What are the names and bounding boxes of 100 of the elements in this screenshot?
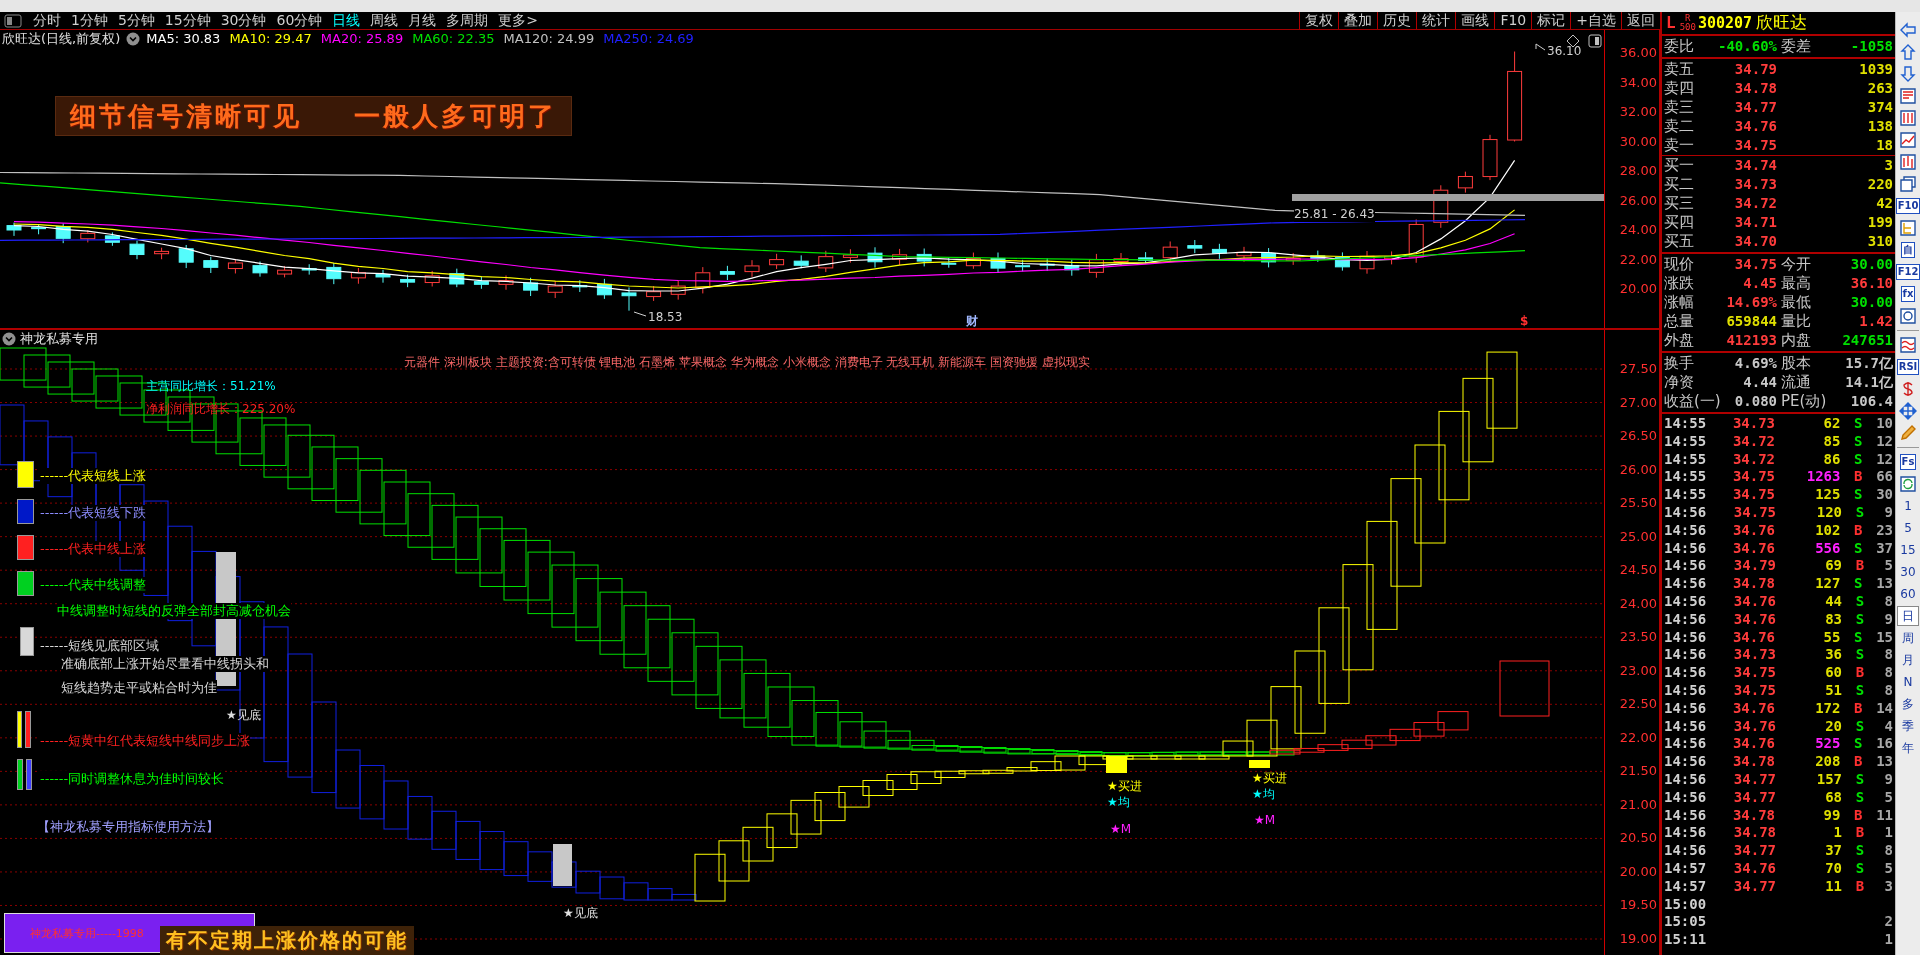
period-tab[interactable]: 周线 <box>365 12 404 29</box>
period-button[interactable]: 年 <box>1897 738 1919 758</box>
promo-banner: 有不定期上涨价格的可能 <box>160 926 414 955</box>
period-tab[interactable]: 月线 <box>403 12 442 29</box>
period-tab[interactable]: 5分钟 <box>112 12 160 29</box>
signal-label: ★M <box>1254 812 1276 828</box>
period-tab[interactable]: 15分钟 <box>159 12 216 29</box>
rank-label: 500 <box>1679 23 1696 32</box>
windows-icon[interactable] <box>1899 175 1917 193</box>
panel-toggle-icon[interactable] <box>1588 34 1602 48</box>
price-range-label: 25.81 - 26.43 <box>1294 206 1375 222</box>
trade-price: 34.73 <box>1731 415 1776 433</box>
chevron-down-icon[interactable] <box>126 31 141 46</box>
trade-count: 8 <box>1883 646 1894 665</box>
move-icon[interactable] <box>1899 402 1917 420</box>
trade-count: 15 <box>1876 628 1894 647</box>
order-level-label: 买五 <box>1664 232 1694 251</box>
period-button[interactable]: N <box>1897 672 1919 692</box>
candlestick-icon[interactable] <box>1899 153 1917 171</box>
pencil-icon[interactable] <box>1899 424 1917 442</box>
axis-label: 30.00 <box>1619 134 1657 149</box>
trade-side: B <box>1853 753 1864 771</box>
toolbar-icon-button[interactable]: 自 <box>1901 242 1915 258</box>
trade-volume: 172 <box>1814 699 1841 718</box>
period-tab[interactable]: 更多> <box>493 12 544 29</box>
legend-note: 准确底部上涨开始尽量看中线拐头和 <box>61 656 269 672</box>
period-tab[interactable]: 分时 <box>28 12 66 29</box>
order-price: 34.78 <box>1734 79 1777 98</box>
chevron-down-icon[interactable] <box>2 331 16 346</box>
trade-time: 14:56 <box>1664 557 1708 576</box>
quote-value: 106.4 <box>1850 392 1893 411</box>
period-button[interactable]: 1 <box>1897 496 1919 516</box>
trade-side: S <box>1854 717 1866 736</box>
trade-price: 34.75 <box>1731 486 1776 504</box>
period-button[interactable]: 60 <box>1897 584 1919 604</box>
usage-guide-link[interactable]: 【神龙私募专用指标使用方法】 <box>37 819 219 835</box>
order-price: 34.70 <box>1734 232 1777 251</box>
toolbar-icon-button[interactable]: Fs <box>1899 454 1917 470</box>
quote-label: 今开 <box>1781 255 1811 274</box>
trade-price: 34.75 <box>1732 504 1776 522</box>
signal-label: ★见底 <box>563 905 598 921</box>
panel-toggle-icon[interactable] <box>4 13 22 28</box>
chart-title: 欣旺达(日线,前复权) <box>2 31 121 46</box>
trade-price: 34.75 <box>1732 681 1776 700</box>
period-tab[interactable]: 多周期 <box>441 12 494 29</box>
trade-side: S <box>1854 842 1866 860</box>
toolbar-icon-button[interactable]: F10 <box>1895 198 1920 214</box>
trade-volume: 1 <box>1832 824 1842 843</box>
period-button[interactable]: 30 <box>1897 562 1919 582</box>
axis-label: 20.00 <box>1619 864 1657 879</box>
toolbar-icon-button[interactable]: F12 <box>1895 264 1920 280</box>
trade-volume: 99 <box>1822 806 1841 825</box>
trade-side: S <box>1853 539 1864 558</box>
toolbar-icon-button[interactable]: fx <box>1900 286 1916 302</box>
period-button[interactable]: 周 <box>1897 628 1919 648</box>
down-arrow-icon[interactable] <box>1899 65 1917 83</box>
trade-count: 30 <box>1876 486 1894 504</box>
trade-price: 34.76 <box>1731 539 1776 558</box>
trade-side: S <box>1853 415 1864 433</box>
wave-chart-icon[interactable] <box>1899 336 1917 354</box>
quote-value: -40.60% <box>1718 37 1777 56</box>
legend-text: ------代表短线下跌 <box>40 505 147 521</box>
diamond-icon[interactable] <box>1566 34 1580 48</box>
period-button[interactable]: 15 <box>1897 540 1919 560</box>
trade-price: 34.76 <box>1732 859 1776 878</box>
trade-time: 14:57 <box>1664 877 1708 896</box>
up-arrow-icon[interactable] <box>1899 43 1917 61</box>
period-tab[interactable]: 日线 <box>327 12 366 29</box>
line-chart-icon[interactable] <box>1899 131 1917 149</box>
trade-volume: 62 <box>1822 415 1841 433</box>
period-button[interactable]: 多 <box>1897 694 1919 714</box>
market-flag-label: L <box>1666 12 1676 34</box>
buy-signal-bar <box>1249 760 1270 768</box>
period-tab[interactable]: 60分钟 <box>271 12 328 29</box>
period-button[interactable]: 季 <box>1897 716 1919 736</box>
quote-label: 最高 <box>1781 274 1811 293</box>
trade-time: 14:56 <box>1664 592 1708 611</box>
tree-icon[interactable] <box>1899 219 1917 237</box>
table-icon[interactable] <box>1899 87 1917 105</box>
trade-volume: 68 <box>1824 788 1842 807</box>
trade-side: B <box>1854 877 1866 896</box>
banner-text: 细节信号清晰可见 <box>70 100 302 133</box>
trade-price: 34.72 <box>1731 450 1776 469</box>
period-button[interactable]: 月 <box>1897 650 1919 670</box>
toolbar-icon-button[interactable]: RSI <box>1896 359 1920 375</box>
refresh-icon[interactable] <box>1899 475 1917 493</box>
period-button[interactable]: 日 <box>1897 606 1919 626</box>
trade-side: S <box>1854 770 1866 789</box>
grid-icon[interactable] <box>1899 109 1917 127</box>
trade-count: 9 <box>1883 610 1894 629</box>
bottom-zone-bar <box>553 844 572 886</box>
period-button[interactable]: 5 <box>1897 518 1919 538</box>
period-tab[interactable]: 30分钟 <box>215 12 272 29</box>
quote-label: 流通 <box>1781 373 1811 392</box>
legend-text: ------代表短线上涨 <box>40 468 147 484</box>
left-arrow-icon[interactable] <box>1899 21 1917 39</box>
period-tab[interactable]: 1分钟 <box>66 12 113 29</box>
trade-volume: 157 <box>1815 770 1842 789</box>
trade-price: 34.77 <box>1732 877 1776 896</box>
trade-count: 16 <box>1876 735 1894 754</box>
